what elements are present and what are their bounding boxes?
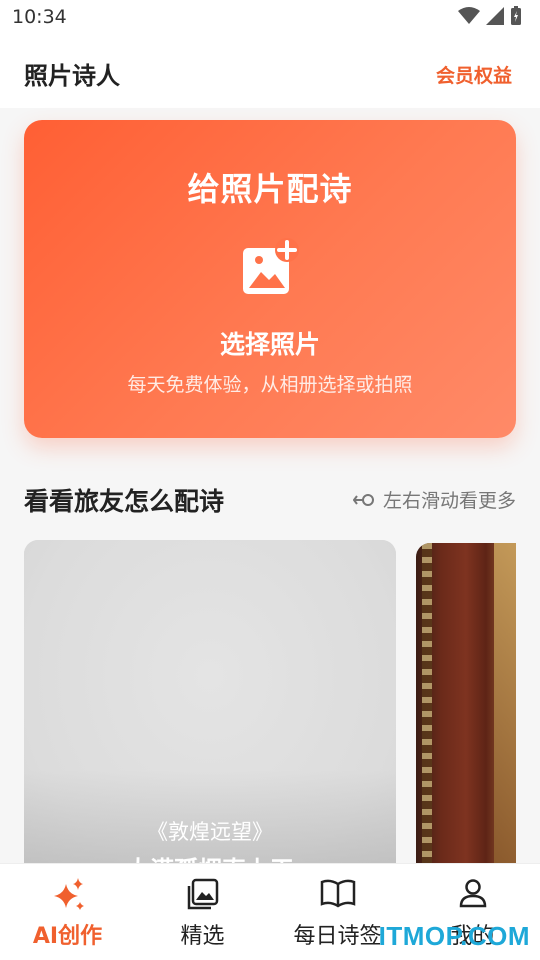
watermark: ITMOP.COM [378, 921, 530, 951]
signal-icon [486, 7, 504, 25]
user-icon [459, 879, 486, 908]
app-title: 照片诗人 [24, 62, 120, 90]
hero-title: 给照片配诗 [187, 170, 353, 208]
poem-card[interactable]: 《敦煌远望》 大漠孤烟直上天 [24, 540, 396, 880]
vip-benefits-link[interactable]: 会员权益 [436, 61, 512, 88]
swipe-hint-label: 左右滑动看更多 [382, 490, 516, 512]
status-bar: 10:34 [0, 0, 540, 36]
status-time: 10:34 [12, 6, 67, 28]
app-bar: 照片诗人 会员权益 [0, 36, 540, 108]
battery-icon [511, 6, 521, 25]
status-icons [458, 6, 522, 26]
swipe-icon [352, 493, 374, 506]
book-icon [320, 879, 355, 908]
bottom-tab-bar: AI创作 精选 每日诗签 我的 ITMOP.COM [0, 863, 540, 960]
poem-title: 《敦煌远望》 [147, 820, 273, 844]
choose-photo-label: 选择照片 [219, 330, 320, 359]
choose-photo-subtitle: 每天免费体验，从相册选择或拍照 [127, 374, 413, 396]
poem-card-next[interactable] [416, 543, 516, 880]
gallery-icon [187, 878, 218, 910]
section-title: 看看旅友怎么配诗 [24, 487, 225, 516]
tab-label: 精选 [180, 924, 225, 949]
choose-photo-card[interactable]: 给照片配诗 选择照片 每天免费体验，从相册选择或拍照 [24, 120, 516, 438]
tab-featured[interactable]: 精选 [135, 864, 270, 960]
wifi-icon [458, 7, 480, 24]
tab-ai-create[interactable]: AI创作 [0, 864, 135, 960]
swipe-hint: 左右滑动看更多 [352, 486, 516, 513]
sparkle-icon [53, 878, 84, 910]
tab-label: AI创作 [32, 924, 103, 949]
add-photo-icon [243, 238, 299, 294]
